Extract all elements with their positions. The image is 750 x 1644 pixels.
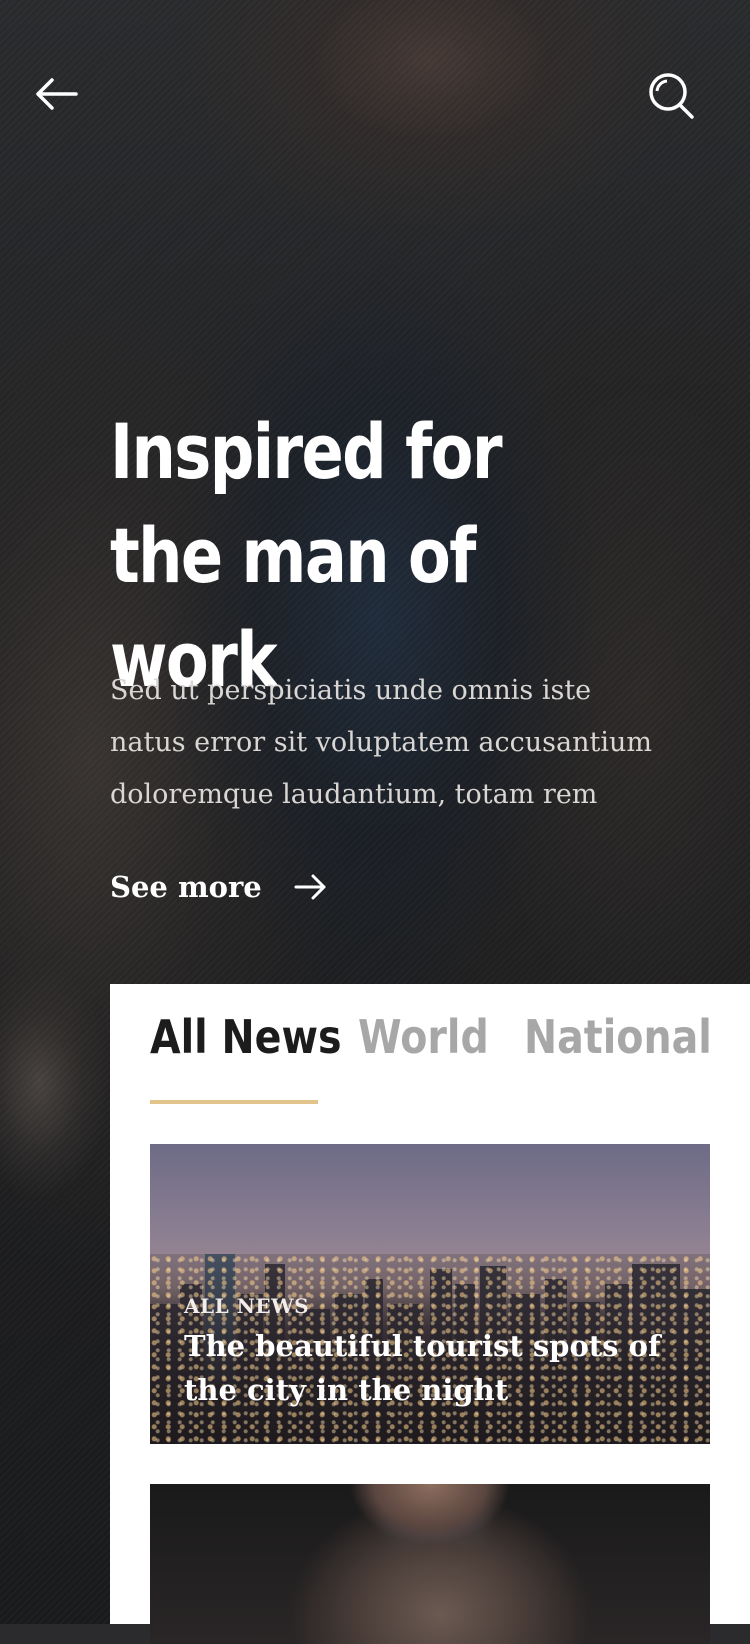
hero-title-line-1: Inspired for xyxy=(110,407,503,496)
card-text: ALL NEWS The beautiful tourist spots of … xyxy=(184,1294,684,1412)
man-chin-image xyxy=(350,1484,510,1544)
search-icon[interactable] xyxy=(646,70,698,122)
tab-national[interactable]: National xyxy=(524,1002,712,1072)
news-tabs: All News World National xyxy=(150,1002,712,1102)
hero-description: Sed ut perspiciatis unde omnis iste natu… xyxy=(110,675,652,810)
back-arrow-icon[interactable] xyxy=(32,74,80,114)
news-card[interactable] xyxy=(150,1484,710,1644)
arrow-right-icon xyxy=(294,874,326,900)
tab-all-news[interactable]: All News xyxy=(150,1002,342,1072)
see-more-link[interactable]: See more xyxy=(110,862,328,912)
active-tab-indicator xyxy=(150,1100,318,1104)
tab-world[interactable]: World xyxy=(358,1002,501,1072)
card-title: The beautiful tourist spots of the city … xyxy=(184,1329,661,1407)
card-category: ALL NEWS xyxy=(184,1294,310,1318)
see-more-label: See more xyxy=(110,870,262,904)
news-panel: All News World National ALL NEWS The bea… xyxy=(110,984,750,1644)
news-card[interactable]: ALL NEWS The beautiful tourist spots of … xyxy=(150,1144,710,1444)
